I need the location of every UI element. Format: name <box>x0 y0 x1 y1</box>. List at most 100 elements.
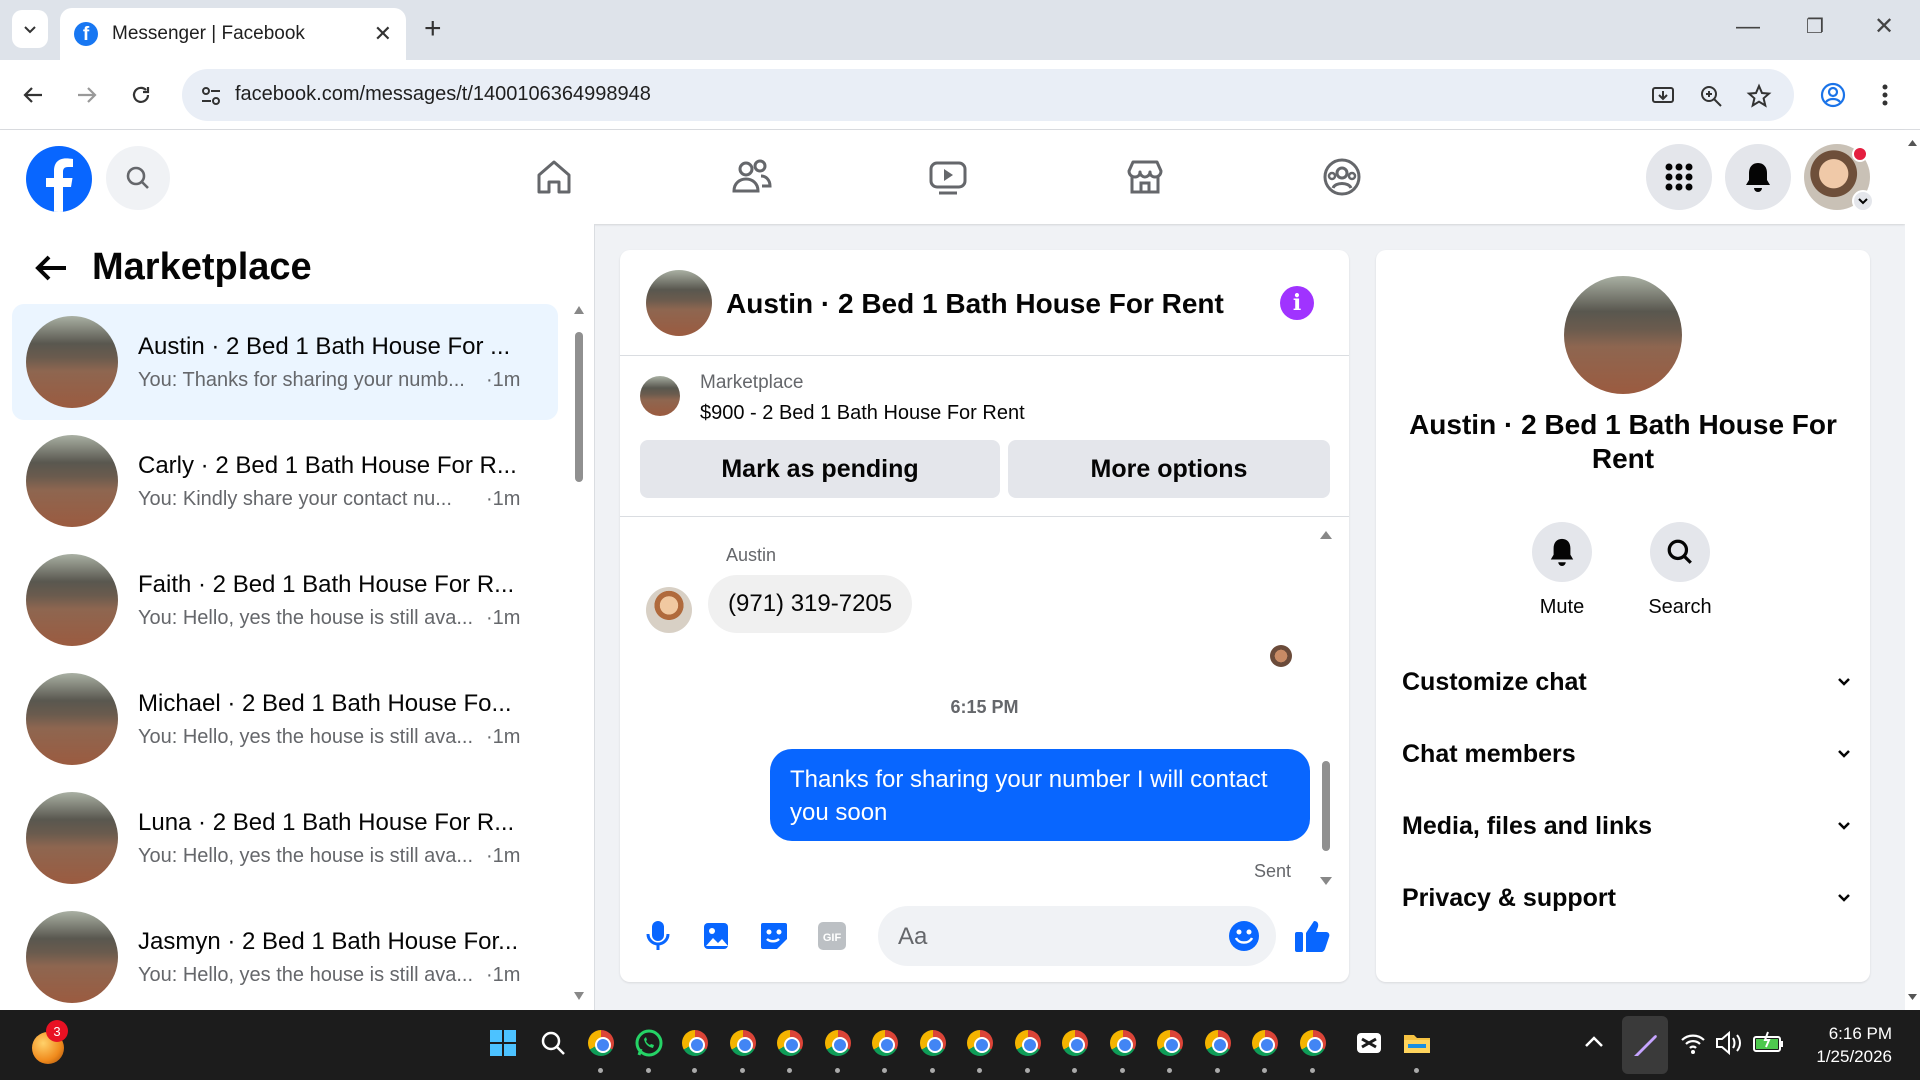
chat-header: Austin · 2 Bed 1 Bath House For Rent i <box>620 250 1349 356</box>
more-options-button[interactable]: More options <box>1008 440 1330 498</box>
left-scrollbar[interactable] <box>574 304 584 704</box>
browser-tab[interactable]: f Messenger | Facebook ✕ <box>60 8 406 60</box>
zoom-icon[interactable] <box>1698 83 1724 109</box>
mute-button[interactable]: Mute <box>1522 522 1602 619</box>
chevron-up-icon[interactable] <box>1582 1028 1606 1058</box>
battery-icon[interactable] <box>1752 1028 1784 1058</box>
chrome-taskbar-icon[interactable] <box>1109 1030 1136 1056</box>
forward-button[interactable] <box>72 80 102 110</box>
chat-members-section[interactable]: Chat members <box>1402 724 1852 784</box>
video-icon <box>929 161 967 195</box>
emoji-icon[interactable] <box>1228 920 1260 952</box>
chrome-taskbar-icon[interactable] <box>1157 1030 1183 1056</box>
minimize-button[interactable]: — <box>1736 12 1760 42</box>
browser-menu-button[interactable] <box>1870 80 1900 110</box>
media-files-links-section[interactable]: Media, files and links <box>1402 796 1852 856</box>
info-icon[interactable]: i <box>1280 286 1314 320</box>
conversation-preview: You: Thanks for sharing your numb... <box>138 368 465 391</box>
chrome-taskbar-icon[interactable] <box>824 1030 851 1056</box>
conversation-preview: You: Hello, yes the house is still ava..… <box>138 963 473 986</box>
customize-chat-section[interactable]: Customize chat <box>1402 652 1852 712</box>
listing-thumbnail <box>640 376 680 416</box>
message-input[interactable]: Aa <box>878 906 1276 966</box>
nav-friends[interactable] <box>726 152 776 202</box>
thumbs-up-icon <box>1295 921 1330 952</box>
chrome-taskbar-icon[interactable] <box>1062 1030 1088 1056</box>
nav-marketplace[interactable] <box>1120 152 1170 202</box>
conversation-name: Austin · 2 Bed 1 Bath House For ... <box>138 332 511 360</box>
chrome-taskbar-icon[interactable] <box>1252 1030 1278 1056</box>
chat-scrollbar[interactable] <box>1320 529 1332 889</box>
privacy-support-section[interactable]: Privacy & support <box>1402 868 1852 928</box>
conversation-item[interactable]: Michael · 2 Bed 1 Bath House Fo... You: H… <box>12 661 558 777</box>
scroll-down-arrow[interactable] <box>574 990 584 1000</box>
chrome-taskbar-icon[interactable] <box>872 1030 898 1056</box>
chrome-taskbar-icon[interactable] <box>1204 1030 1231 1056</box>
conversation-item[interactable]: Austin · 2 Bed 1 Bath House For ... You: … <box>12 304 558 420</box>
running-indicator <box>1262 1068 1267 1073</box>
menu-button[interactable] <box>1646 144 1712 210</box>
voice-clip-button[interactable] <box>640 918 676 954</box>
conversation-avatar <box>26 911 118 1003</box>
chrome-taskbar-icon[interactable] <box>919 1030 946 1056</box>
nav-groups[interactable] <box>1317 152 1367 202</box>
file-explorer-icon[interactable] <box>1402 1028 1432 1058</box>
chrome-taskbar-icon[interactable] <box>729 1030 756 1056</box>
chrome-taskbar-icon[interactable] <box>777 1030 803 1056</box>
facebook-search-button[interactable] <box>106 146 170 210</box>
bookmark-star-icon[interactable] <box>1746 83 1772 109</box>
back-arrow-icon[interactable] <box>34 253 68 283</box>
volume-icon[interactable] <box>1714 1028 1742 1058</box>
chrome-taskbar-icon[interactable] <box>588 1030 614 1056</box>
outgoing-message[interactable]: Thanks for sharing your number I will co… <box>770 749 1310 841</box>
profile-picture[interactable] <box>1564 276 1682 394</box>
conversation-time: ·1m <box>486 606 521 629</box>
browser-toolbar: facebook.com/messages/t/1400106364998948 <box>0 60 1920 130</box>
close-window-button[interactable]: ✕ <box>1874 12 1894 42</box>
profile-button[interactable] <box>1818 80 1848 110</box>
reload-button[interactable] <box>126 80 156 110</box>
taskbar-search-icon[interactable] <box>538 1028 568 1058</box>
chat-avatar[interactable] <box>646 270 712 336</box>
page-scrollbar[interactable] <box>1905 130 1920 1010</box>
pen-app-button[interactable] <box>1622 1016 1668 1074</box>
tab-close-icon[interactable]: ✕ <box>374 21 392 47</box>
whatsapp-icon[interactable] <box>634 1028 664 1058</box>
wifi-icon[interactable] <box>1680 1028 1706 1058</box>
chrome-taskbar-icon[interactable] <box>1299 1030 1326 1056</box>
install-app-icon[interactable] <box>1650 83 1676 109</box>
notifications-button[interactable] <box>1725 144 1791 210</box>
nav-home[interactable] <box>529 152 579 202</box>
capcut-icon[interactable] <box>1354 1028 1384 1058</box>
nav-video[interactable] <box>923 152 973 202</box>
facebook-header <box>0 130 1905 224</box>
attach-photo-button[interactable] <box>698 918 734 954</box>
conversation-item[interactable]: Carly · 2 Bed 1 Bath House For R... You: … <box>12 423 558 539</box>
windows-start-icon[interactable] <box>488 1028 518 1058</box>
incoming-message[interactable]: (971) 319-7205 <box>708 575 913 633</box>
chrome-taskbar-icon[interactable] <box>1014 1030 1041 1056</box>
mark-as-pending-button[interactable]: Mark as pending <box>640 440 1000 498</box>
tab-search-button[interactable] <box>12 10 48 48</box>
running-indicator <box>1214 1068 1220 1073</box>
chat-title[interactable]: Austin · 2 Bed 1 Bath House For Rent <box>726 288 1224 320</box>
address-bar[interactable]: facebook.com/messages/t/1400106364998948 <box>182 69 1794 121</box>
sticker-button[interactable] <box>756 918 792 954</box>
listing-title[interactable]: $900 - 2 Bed 1 Bath House For Rent <box>700 402 1025 425</box>
photo-icon <box>704 923 728 949</box>
sender-avatar[interactable] <box>646 587 692 633</box>
chrome-taskbar-icon[interactable] <box>967 1030 993 1056</box>
gif-button[interactable]: GIF <box>814 918 850 954</box>
like-button[interactable] <box>1292 916 1332 956</box>
conversation-item[interactable]: Jasmyn · 2 Bed 1 Bath House For... You: H… <box>12 899 558 1015</box>
search-in-conversation-button[interactable]: Search <box>1640 522 1720 619</box>
new-tab-button[interactable]: + <box>424 14 442 44</box>
back-button[interactable] <box>18 80 48 110</box>
conversation-item[interactable]: Faith · 2 Bed 1 Bath House For R... You: … <box>12 542 558 658</box>
conversation-item[interactable]: Luna · 2 Bed 1 Bath House For R... You: H… <box>12 780 558 896</box>
chrome-taskbar-icon[interactable] <box>682 1030 708 1056</box>
restore-button[interactable]: ❐ <box>1806 12 1824 42</box>
facebook-logo[interactable] <box>26 146 92 212</box>
account-avatar[interactable] <box>1804 144 1874 212</box>
system-clock[interactable]: 6:16 PM 1/25/2026 <box>1800 1022 1892 1068</box>
